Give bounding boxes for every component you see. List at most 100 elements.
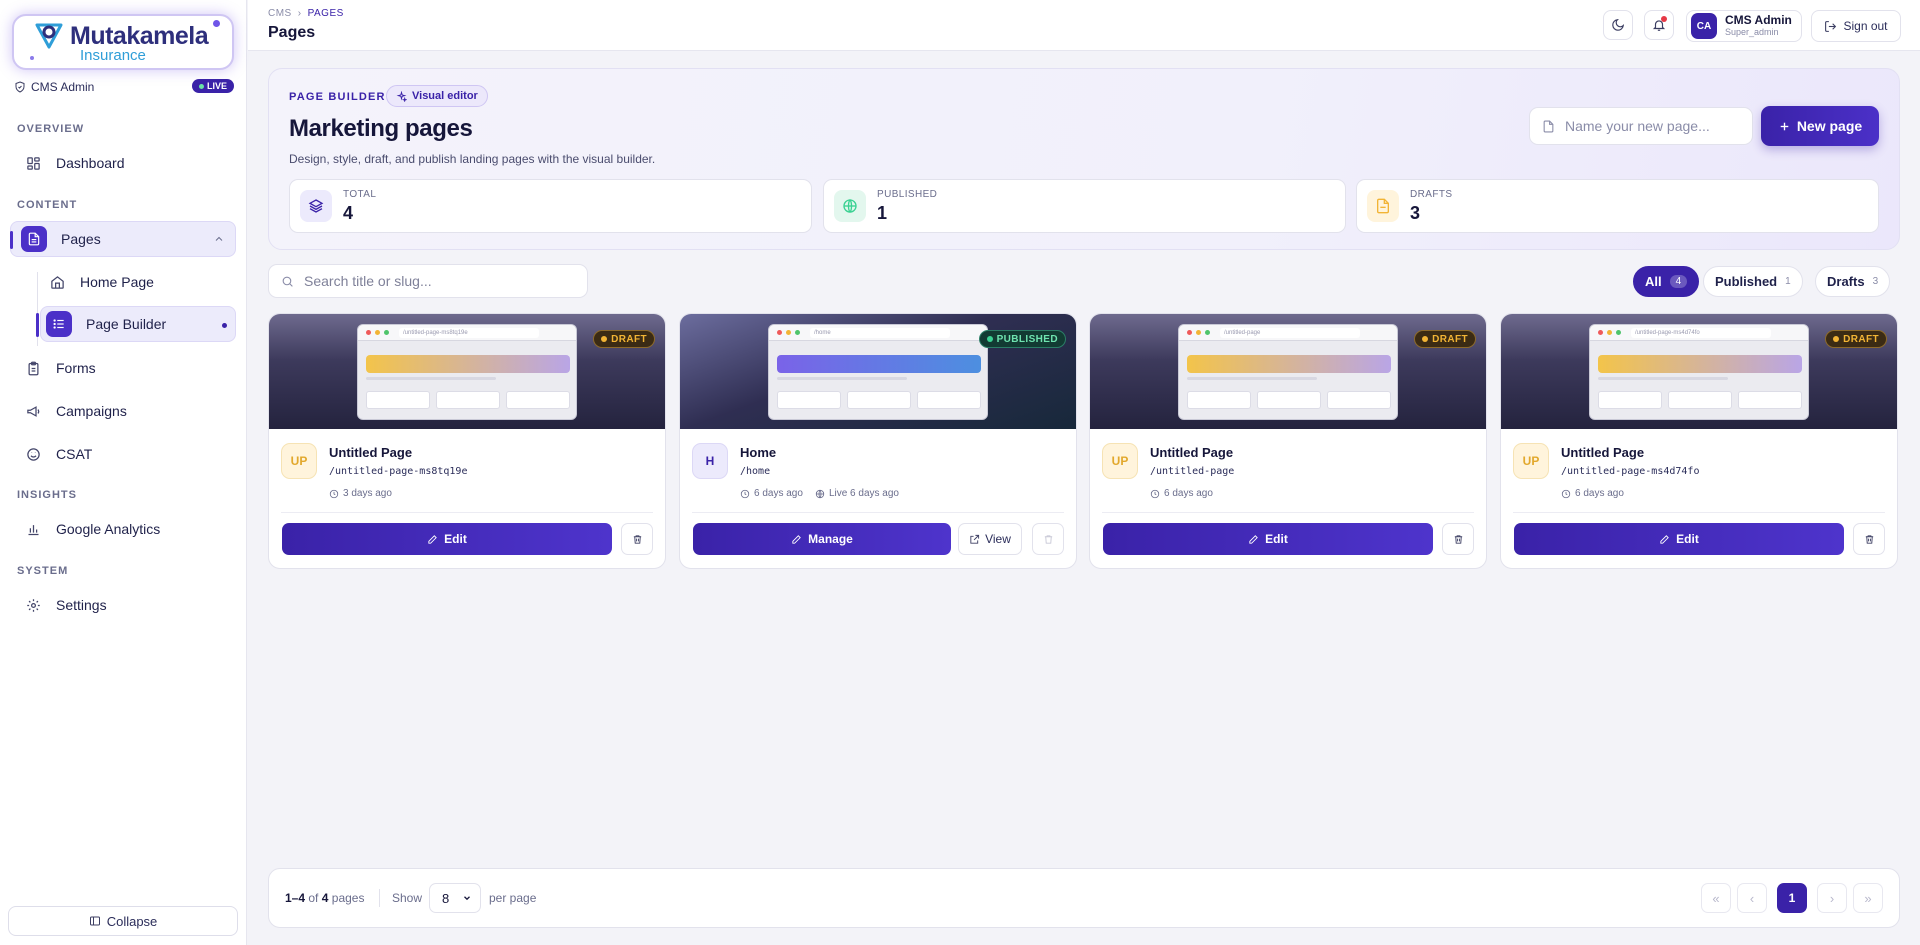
brand-subtitle: Insurance xyxy=(80,47,146,64)
preview-block xyxy=(366,391,430,409)
edit-label: Edit xyxy=(444,532,467,546)
preview-block xyxy=(1668,391,1732,409)
pagination-summary: 1–4 of 4 pages xyxy=(285,891,364,905)
shield-icon xyxy=(15,81,25,93)
window-dot xyxy=(375,330,380,335)
sidebar-item-campaigns[interactable]: Campaigns xyxy=(10,393,236,429)
hero-description: Design, style, draft, and publish landin… xyxy=(289,152,656,166)
sidebar-item-google-analytics[interactable]: Google Analytics xyxy=(10,511,236,547)
new-page-name-input[interactable] xyxy=(1565,118,1745,134)
preview-block xyxy=(847,391,911,409)
page-title-text: Untitled Page xyxy=(1561,445,1645,460)
per-page-select[interactable]: 8 xyxy=(429,883,481,913)
sidebar-item-home-page[interactable]: Home Page xyxy=(40,264,236,300)
first-page-button[interactable]: « xyxy=(1701,883,1731,913)
window-dot xyxy=(786,330,791,335)
preview-block xyxy=(1187,391,1251,409)
live-badge: LIVE xyxy=(191,79,234,93)
filter-drafts[interactable]: Drafts 3 xyxy=(1815,266,1891,297)
page-thumbnail[interactable]: /untitled-page DRAFT xyxy=(1090,314,1486,429)
window-dot xyxy=(1205,330,1210,335)
status-label: PUBLISHED xyxy=(996,333,1058,345)
per-page-value: 8 xyxy=(442,890,450,906)
sidebar-item-label: Forms xyxy=(56,360,96,376)
sidebar-item-page-builder[interactable]: Page Builder xyxy=(36,306,236,342)
clock-icon xyxy=(329,489,339,498)
preview-hero xyxy=(366,355,570,373)
page-slug: /untitled-page-ms4d74fo xyxy=(1561,466,1700,477)
moon-icon xyxy=(1612,18,1625,31)
status-label: DRAFT xyxy=(1843,333,1879,345)
sidebar-item-dashboard[interactable]: Dashboard xyxy=(10,145,236,181)
page-card[interactable]: /untitled-page-ms8tq19e DRAFT UP Untitle… xyxy=(268,313,666,569)
page-thumbnail[interactable]: /untitled-page-ms4d74fo DRAFT xyxy=(1501,314,1897,429)
notifications-button[interactable] xyxy=(1644,10,1674,40)
sidebar-toggle-icon xyxy=(89,916,100,926)
browser-bar: /untitled-page-ms4d74fo xyxy=(1590,325,1808,341)
search-input[interactable] xyxy=(304,273,574,289)
filter-all[interactable]: All 4 xyxy=(1633,266,1700,297)
preview-block xyxy=(917,391,981,409)
sidebar-item-label: Pages xyxy=(61,231,101,247)
collapse-button[interactable]: Collapse xyxy=(8,906,238,936)
page-card[interactable]: /home PUBLISHED H Home /home 6 days ago … xyxy=(679,313,1077,569)
page-thumbnail[interactable]: /home PUBLISHED xyxy=(680,314,1076,429)
sidebar-item-forms[interactable]: Forms xyxy=(10,350,236,386)
page-1-button[interactable]: 1 xyxy=(1777,883,1807,913)
hero-title: Marketing pages xyxy=(289,115,473,142)
manage-button[interactable]: Manage xyxy=(693,523,951,555)
live-label: LIVE xyxy=(206,81,227,91)
new-page-button[interactable]: New page xyxy=(1761,106,1879,146)
page-slug: /untitled-page-ms8tq19e xyxy=(329,466,468,477)
new-page-name-field[interactable] xyxy=(1529,107,1753,145)
prev-page-button[interactable]: ‹ xyxy=(1737,883,1767,913)
sidebar-item-pages[interactable]: Pages xyxy=(10,221,236,257)
delete-button[interactable] xyxy=(1442,523,1474,555)
search-field[interactable] xyxy=(268,264,588,298)
sidebar-item-label: Home Page xyxy=(80,274,154,290)
admin-row: CMS Admin LIVE xyxy=(14,79,234,95)
section-overview: OVERVIEW xyxy=(17,123,85,135)
avatar: CA xyxy=(1691,13,1717,39)
delete-button[interactable] xyxy=(1853,523,1885,555)
range-text: 1–4 xyxy=(285,891,306,905)
status-badge: DRAFT xyxy=(1825,330,1887,348)
sidebar-item-csat[interactable]: CSAT xyxy=(10,436,236,472)
unit-text: pages xyxy=(331,891,365,905)
chevron-up-icon[interactable] xyxy=(213,233,225,245)
globe-icon xyxy=(815,489,825,498)
home-icon xyxy=(48,275,66,290)
sidebar-item-label: Google Analytics xyxy=(56,521,161,537)
page-card[interactable]: /untitled-page-ms4d74fo DRAFT UP Untitle… xyxy=(1500,313,1898,569)
live-time: Live 6 days ago xyxy=(828,488,899,499)
clock-icon xyxy=(1561,489,1571,498)
edit-button[interactable]: Edit xyxy=(1103,523,1433,555)
theme-toggle-button[interactable] xyxy=(1603,10,1633,40)
page-thumbnail[interactable]: /untitled-page-ms8tq19e DRAFT xyxy=(269,314,665,429)
section-insights: INSIGHTS xyxy=(17,489,77,501)
visual-editor-badge[interactable]: Visual editor xyxy=(386,85,488,107)
section-content: CONTENT xyxy=(17,199,78,211)
preview-hero xyxy=(1598,355,1802,373)
next-page-button[interactable]: › xyxy=(1817,883,1847,913)
page-card[interactable]: /untitled-page DRAFT UP Untitled Page /u… xyxy=(1089,313,1487,569)
user-name: CMS Admin xyxy=(1725,13,1792,27)
delete-button[interactable] xyxy=(621,523,653,555)
preview-block xyxy=(1327,391,1391,409)
stat-value: 1 xyxy=(877,203,888,223)
brand-logo[interactable]: Mutakamela Insurance xyxy=(12,14,234,70)
sign-out-button[interactable]: Sign out xyxy=(1811,10,1901,42)
filter-label: Drafts xyxy=(1827,274,1865,289)
sidebar-item-settings[interactable]: Settings xyxy=(10,587,236,623)
sidebar-item-label: CSAT xyxy=(56,446,93,462)
user-menu[interactable]: CA CMS Admin Super_admin xyxy=(1686,10,1802,42)
filter-published[interactable]: Published 1 xyxy=(1703,266,1803,297)
last-page-button[interactable]: » xyxy=(1853,883,1883,913)
edit-button[interactable]: Edit xyxy=(282,523,612,555)
pagination-divider xyxy=(379,889,380,907)
breadcrumb-cms[interactable]: CMS xyxy=(268,8,292,19)
view-button[interactable]: View xyxy=(958,523,1022,555)
stat-label: PUBLISHED xyxy=(877,189,938,200)
edit-button[interactable]: Edit xyxy=(1514,523,1844,555)
file-text-icon xyxy=(21,226,47,252)
